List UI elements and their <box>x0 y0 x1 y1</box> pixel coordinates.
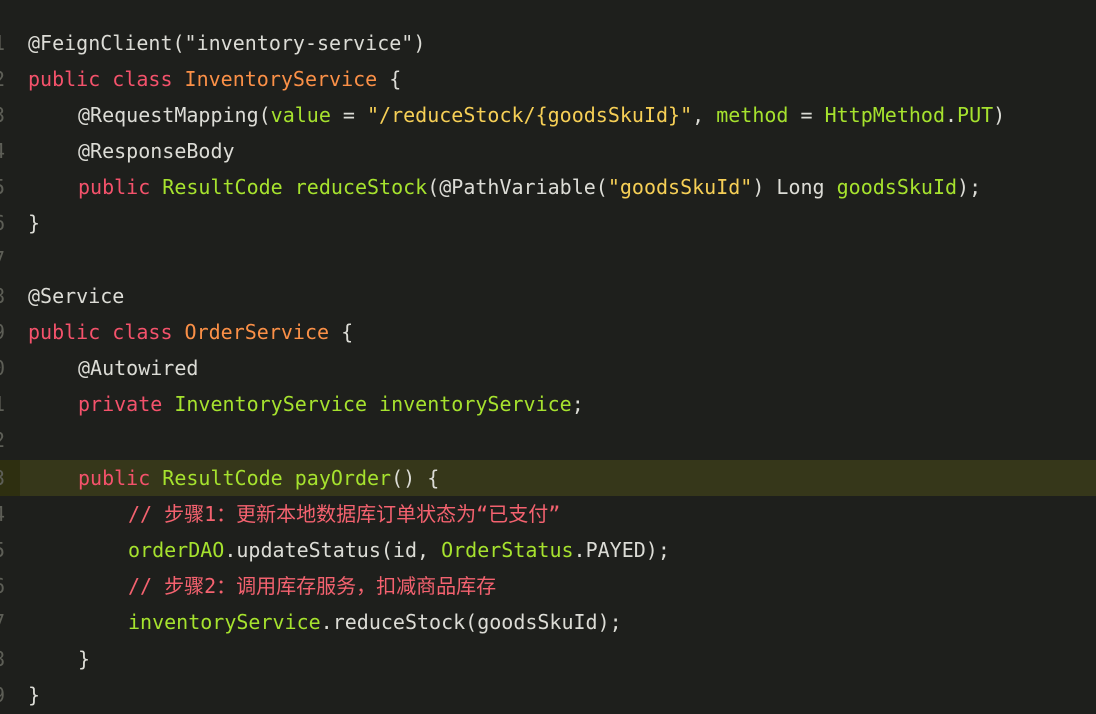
line-number: 6 <box>0 205 9 241</box>
code-line[interactable]: 6 } <box>0 205 1096 241</box>
line-number: 0 <box>0 350 9 386</box>
line-number: 8 <box>0 641 9 677</box>
code-line[interactable]: 2 <box>0 422 1096 458</box>
line-text: } <box>28 683 41 707</box>
line-number: 8 <box>0 278 9 314</box>
current-code-line[interactable]: 3 public ResultCode payOrder() { <box>0 460 1096 496</box>
line-text: public class InventoryService { <box>28 67 402 91</box>
code-line[interactable]: 8 @Service <box>0 278 1096 314</box>
line-text: @RequestMapping(value = "/reduceStock/{g… <box>78 103 1006 127</box>
code-line[interactable]: 4 // 步骤1：更新本地数据库订单状态为“已支付” <box>0 496 1096 532</box>
line-text: // 步骤2：调用库存服务，扣减商品库存 <box>128 574 497 598</box>
code-line[interactable]: 3 @RequestMapping(value = "/reduceStock/… <box>0 97 1096 133</box>
line-text: inventoryService.reduceStock(goodsSkuId)… <box>128 610 622 634</box>
line-number: 2 <box>0 61 9 97</box>
code-line[interactable]: 1 @FeignClient("inventory-service") <box>0 25 1096 61</box>
line-text: @Service <box>28 284 125 308</box>
line-text: // 步骤1：更新本地数据库订单状态为“已支付” <box>128 502 561 526</box>
line-number: 3 <box>0 460 9 496</box>
line-number: 4 <box>0 133 9 169</box>
line-text: } <box>78 647 91 671</box>
code-line[interactable]: 8 } <box>0 641 1096 677</box>
code-line[interactable]: 7 <box>0 241 1096 277</box>
code-line[interactable]: 9 public class OrderService { <box>0 314 1096 350</box>
line-number: 7 <box>0 604 9 640</box>
code-line[interactable]: 5 orderDAO.updateStatus(id, OrderStatus.… <box>0 532 1096 568</box>
line-text: private InventoryService inventoryServic… <box>78 392 584 416</box>
line-text: public ResultCode reduceStock(@PathVaria… <box>78 175 982 199</box>
code-editor[interactable]: 1 @FeignClient("inventory-service") 2 pu… <box>0 0 1096 714</box>
code-line[interactable]: 1 private InventoryService inventoryServ… <box>0 386 1096 422</box>
line-text: @FeignClient("inventory-service") <box>28 31 426 55</box>
line-text: public class OrderService { <box>28 320 354 344</box>
line-number: 5 <box>0 532 9 568</box>
line-number: 3 <box>0 97 9 133</box>
line-text: public ResultCode payOrder() { <box>78 466 440 490</box>
code-line[interactable]: 7 inventoryService.reduceStock(goodsSkuI… <box>0 604 1096 640</box>
code-line[interactable]: 6 // 步骤2：调用库存服务，扣减商品库存 <box>0 568 1096 604</box>
code-line[interactable]: 0 @Autowired <box>0 350 1096 386</box>
line-number: 9 <box>0 314 9 350</box>
line-number: 6 <box>0 568 9 604</box>
line-text: orderDAO.updateStatus(id, OrderStatus.PA… <box>128 538 670 562</box>
line-number: 9 <box>0 677 9 713</box>
line-text: } <box>28 211 41 235</box>
line-number: 5 <box>0 169 9 205</box>
line-text: @ResponseBody <box>78 139 235 163</box>
line-text: @Autowired <box>78 356 199 380</box>
code-line[interactable]: 2 public class InventoryService { <box>0 61 1096 97</box>
line-number: 7 <box>0 241 9 277</box>
code-line[interactable]: 5 public ResultCode reduceStock(@PathVar… <box>0 169 1096 205</box>
line-number: 1 <box>0 386 9 422</box>
line-number: 1 <box>0 25 9 61</box>
line-number: 4 <box>0 496 9 532</box>
code-line[interactable]: 4 @ResponseBody <box>0 133 1096 169</box>
code-line[interactable]: 9 } <box>0 677 1096 713</box>
line-number: 2 <box>0 422 9 458</box>
